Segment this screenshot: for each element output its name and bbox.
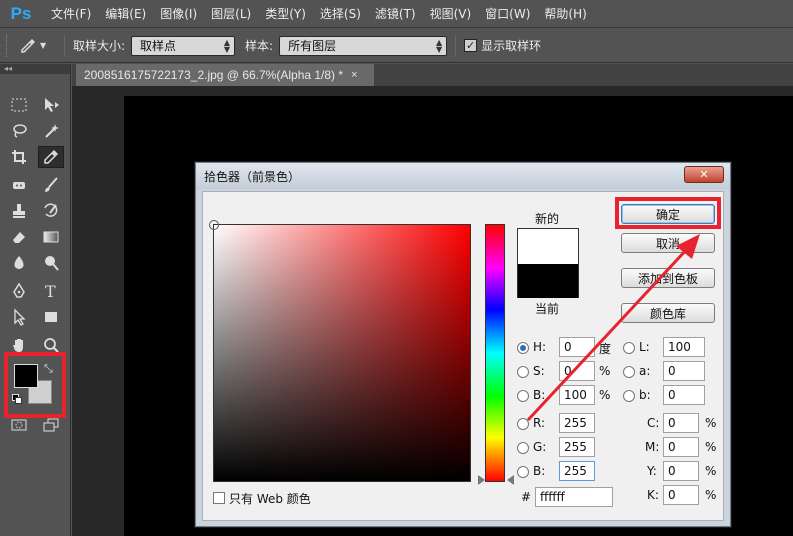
annotation-arrow bbox=[526, 234, 700, 422]
foreground-color-swatch[interactable] bbox=[14, 364, 38, 388]
